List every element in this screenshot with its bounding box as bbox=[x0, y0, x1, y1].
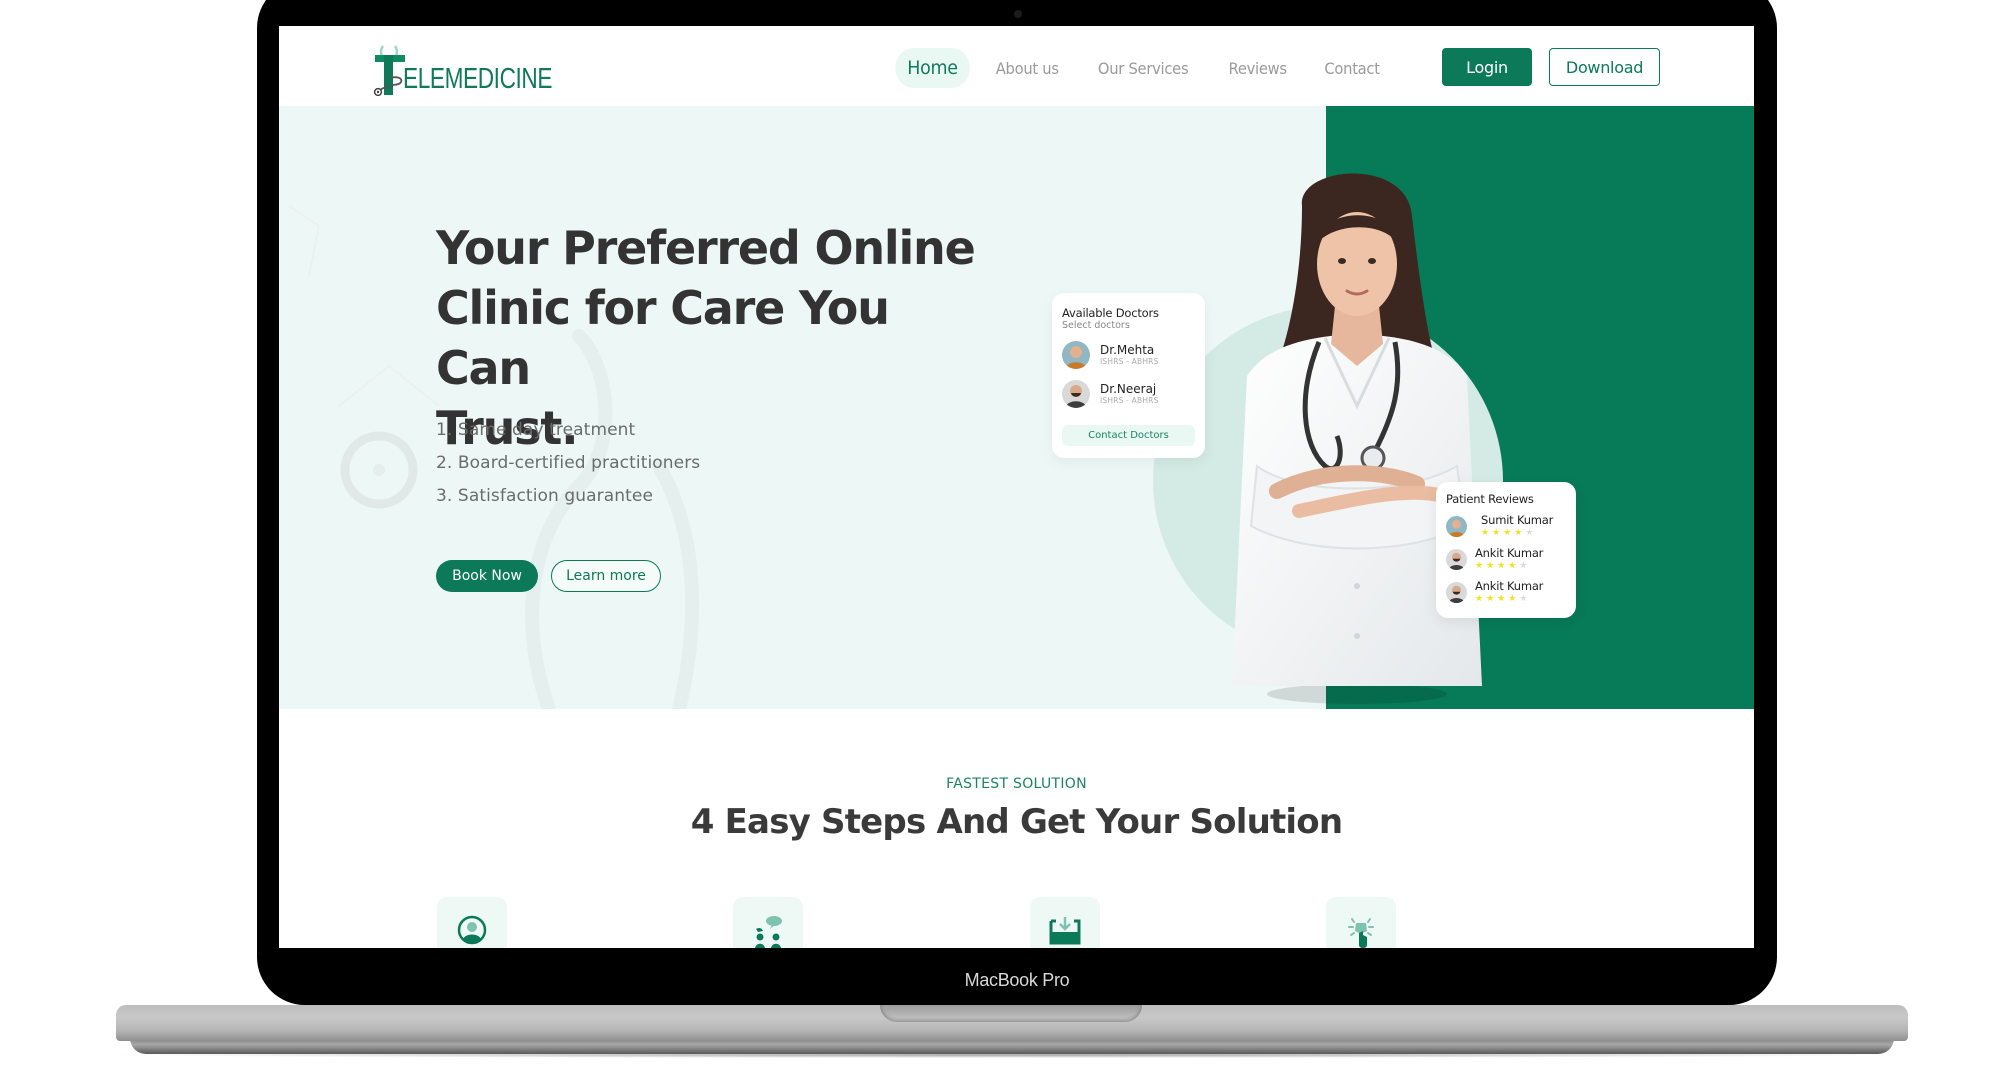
star-filled-icon: ★ bbox=[1508, 561, 1517, 571]
review-item: Sumit Kumar ★ ★ ★ ★ ★ bbox=[1446, 514, 1553, 538]
star-empty-icon: ★ bbox=[1525, 528, 1534, 538]
avatar bbox=[1446, 581, 1467, 603]
star-rating: ★ ★ ★ ★ ★ bbox=[1475, 561, 1543, 571]
hero-heading-line-1: Your Preferred Online bbox=[436, 221, 976, 275]
stethoscope-t-logo-icon bbox=[373, 45, 405, 96]
star-filled-icon: ★ bbox=[1497, 561, 1506, 571]
login-button[interactable]: Login bbox=[1442, 48, 1532, 86]
section-title: 4 Easy Steps And Get Your Solution bbox=[690, 802, 1343, 842]
star-filled-icon: ★ bbox=[1497, 594, 1506, 604]
feature-item: 1. Same day treatment bbox=[436, 420, 636, 440]
site-header: ELEMEDICINE Home About us Our Services R… bbox=[279, 26, 1754, 106]
consultation-chat-icon bbox=[755, 916, 782, 948]
doctor-list-item[interactable]: Dr.Neeraj ISHRS - ABHRS bbox=[1062, 380, 1159, 408]
star-filled-icon: ★ bbox=[1514, 528, 1523, 538]
star-filled-icon: ★ bbox=[1481, 528, 1490, 538]
laptop-opening-notch bbox=[880, 1005, 1142, 1022]
star-filled-icon: ★ bbox=[1503, 528, 1512, 538]
nav-about-us[interactable]: About us bbox=[984, 49, 1071, 88]
star-filled-icon: ★ bbox=[1475, 594, 1484, 604]
avatar bbox=[1446, 548, 1467, 570]
star-filled-icon: ★ bbox=[1475, 561, 1484, 571]
laptop-screen: ELEMEDICINE Home About us Our Services R… bbox=[279, 26, 1754, 948]
contact-doctors-button[interactable]: Contact Doctors bbox=[1062, 425, 1195, 446]
learn-more-button[interactable]: Learn more bbox=[551, 560, 661, 592]
brand-logo[interactable]: ELEMEDICINE bbox=[373, 40, 594, 96]
hero-feature-list: 1. Same day treatment 2. Board-certified… bbox=[436, 414, 700, 513]
star-filled-icon: ★ bbox=[1486, 594, 1495, 604]
brand-name: ELEMEDICINE bbox=[403, 63, 553, 95]
star-empty-icon: ★ bbox=[1519, 594, 1528, 604]
nav-reviews[interactable]: Reviews bbox=[1216, 49, 1298, 88]
book-now-button[interactable]: Book Now bbox=[436, 560, 538, 592]
avatar bbox=[1062, 341, 1090, 369]
available-doctors-subtitle: Select doctors bbox=[1062, 320, 1130, 331]
reviewer-name: Sumit Kumar bbox=[1481, 513, 1554, 527]
step-card[interactable] bbox=[733, 897, 803, 948]
nav-contact[interactable]: Contact bbox=[1312, 49, 1391, 88]
doctor-credentials: ISHRS - ABHRS bbox=[1100, 357, 1159, 366]
device-label: MacBook Pro bbox=[964, 970, 1070, 990]
feature-item: 3. Satisfaction guarantee bbox=[436, 486, 654, 506]
star-filled-icon: ★ bbox=[1492, 528, 1501, 538]
download-inbox-icon bbox=[1049, 917, 1081, 945]
doctor-list-item[interactable]: Dr.Mehta ISHRS - ABHRS bbox=[1062, 341, 1159, 369]
download-button[interactable]: Download bbox=[1549, 48, 1660, 86]
user-profile-icon bbox=[457, 915, 487, 945]
hero-heading-line-2: Clinic for Care You Can bbox=[436, 281, 890, 395]
camera-icon bbox=[1014, 10, 1022, 18]
star-filled-icon: ★ bbox=[1486, 561, 1495, 571]
step-card[interactable] bbox=[437, 897, 507, 948]
doctor-photo bbox=[1232, 173, 1482, 704]
doctor-name: Dr.Mehta bbox=[1100, 343, 1155, 357]
available-doctors-title: Available Doctors bbox=[1062, 306, 1159, 320]
section-kicker: FASTEST SOLUTION bbox=[946, 776, 1087, 792]
step-card[interactable] bbox=[1030, 897, 1100, 948]
step-card[interactable] bbox=[1326, 897, 1396, 948]
star-rating: ★ ★ ★ ★ ★ bbox=[1481, 528, 1553, 538]
avatar bbox=[1446, 515, 1467, 537]
patient-reviews-title: Patient Reviews bbox=[1446, 492, 1534, 506]
star-filled-icon: ★ bbox=[1508, 594, 1517, 604]
nav-home[interactable]: Home bbox=[895, 48, 970, 88]
avatar bbox=[1062, 380, 1090, 408]
main-nav: Home About us Our Services Reviews Conta… bbox=[892, 48, 1402, 88]
patient-reviews-card: Patient Reviews Sumit Kumar ★ ★ ★ ★ ★ Ankit … bbox=[1436, 482, 1576, 618]
review-item: Ankit Kumar ★ ★ ★ ★ ★ bbox=[1446, 547, 1543, 571]
doctor-credentials: ISHRS - ABHRS bbox=[1100, 396, 1159, 405]
tap-click-icon bbox=[1348, 918, 1374, 948]
reviewer-name: Ankit Kumar bbox=[1475, 546, 1544, 560]
hero-section: Your Preferred Online Clinic for Care Yo… bbox=[279, 106, 1754, 709]
reviewer-name: Ankit Kumar bbox=[1475, 579, 1544, 593]
available-doctors-card: Available Doctors Select doctors Dr.Meht… bbox=[1052, 293, 1205, 458]
doctor-name: Dr.Neeraj bbox=[1100, 382, 1157, 396]
review-item: Ankit Kumar ★ ★ ★ ★ ★ bbox=[1446, 580, 1543, 604]
star-empty-icon: ★ bbox=[1519, 561, 1528, 571]
nav-our-services[interactable]: Our Services bbox=[1086, 49, 1200, 88]
star-rating: ★ ★ ★ ★ ★ bbox=[1475, 594, 1543, 604]
feature-item: 2. Board-certified practitioners bbox=[436, 453, 701, 473]
